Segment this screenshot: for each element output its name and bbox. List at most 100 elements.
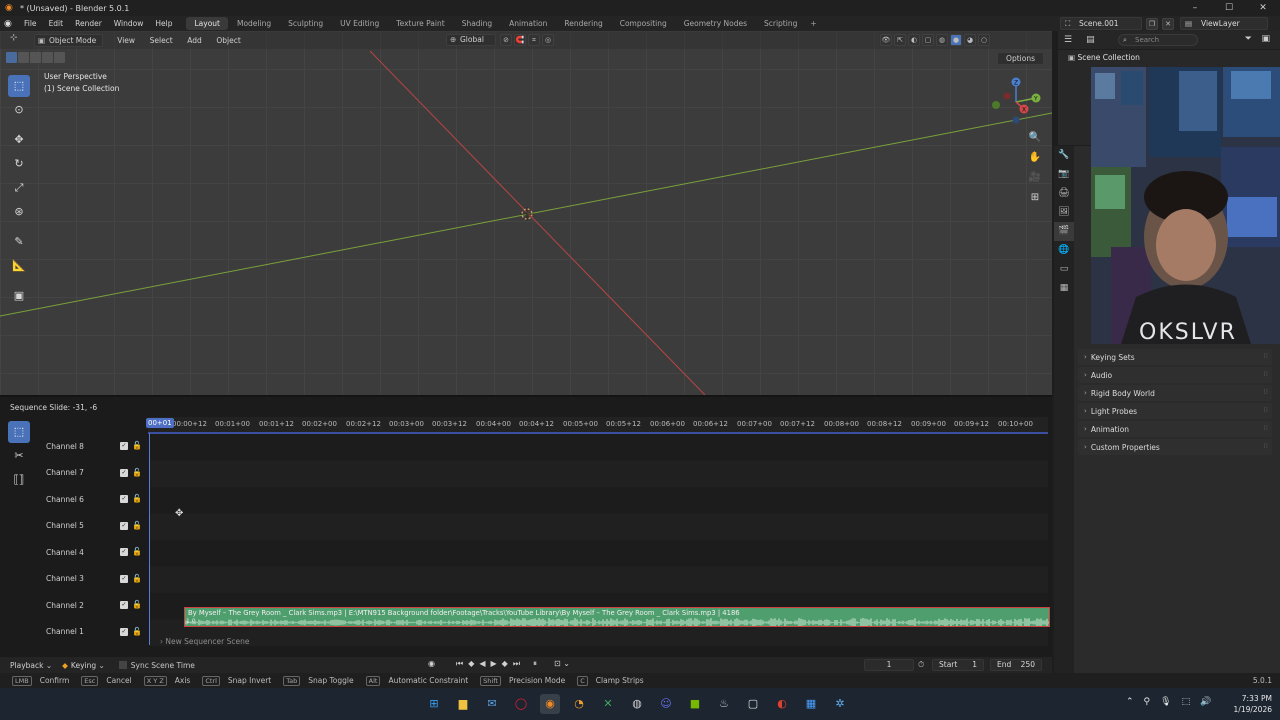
tab-modeling[interactable]: Modeling: [229, 17, 279, 30]
lock-icon[interactable]: 🔓: [132, 547, 142, 556]
blender-menu-icon[interactable]: ◉: [4, 19, 16, 29]
panel-audio[interactable]: › Audio ⁞⁞: [1078, 367, 1272, 383]
epic-games-icon[interactable]: ▢: [743, 694, 763, 714]
menu-render[interactable]: Render: [69, 16, 108, 31]
panel-light-probes[interactable]: › Light Probes ⁞⁞: [1078, 403, 1272, 419]
firefox-icon[interactable]: ◔: [569, 694, 589, 714]
end-frame-field[interactable]: End 250: [990, 659, 1042, 671]
channel-label[interactable]: Channel 2: [46, 601, 116, 610]
transform-orientation-selector[interactable]: ⊕ Global: [446, 34, 496, 46]
channel-label[interactable]: Channel 1: [46, 627, 116, 636]
playhead[interactable]: [149, 433, 150, 645]
snap-icon[interactable]: 🧲: [514, 34, 526, 46]
channel-label[interactable]: Channel 7: [46, 468, 116, 477]
sequencer-editor[interactable]: Sequence Slide: -31, -6 ⬚ ✂ ⟦⟧ 00:00+12 …: [0, 395, 1052, 657]
mute-checkbox[interactable]: ✓: [120, 495, 128, 503]
scale-tool-icon[interactable]: ⤢: [8, 177, 30, 199]
scene-selector[interactable]: ⛶ Scene.001 ❐ ✕: [1060, 17, 1174, 30]
windows-start-icon[interactable]: ⊞: [424, 694, 444, 714]
keying-menu[interactable]: ◆ Keying ⌄: [62, 661, 105, 670]
channel-label[interactable]: Channel 6: [46, 495, 116, 504]
record-icon[interactable]: ◉: [428, 659, 435, 669]
navigation-gizmo[interactable]: Z Y X: [990, 76, 1042, 128]
panel-keying-sets[interactable]: › Keying Sets ⁞⁞: [1078, 349, 1272, 365]
channel-label[interactable]: Channel 3: [46, 574, 116, 583]
menu-edit[interactable]: Edit: [43, 16, 70, 31]
menu-view[interactable]: View: [111, 36, 141, 45]
mute-checkbox[interactable]: ✓: [120, 627, 128, 636]
select-intersect-icon[interactable]: [54, 52, 65, 63]
usb-icon[interactable]: ⚲: [1144, 697, 1151, 707]
channel-label[interactable]: Channel 4: [46, 548, 116, 557]
menu-file[interactable]: File: [18, 16, 43, 31]
minimize-button[interactable]: –: [1178, 0, 1212, 16]
tab-texture-paint[interactable]: Texture Paint: [388, 17, 452, 30]
mute-checkbox[interactable]: ✓: [120, 521, 128, 530]
proportional-edit-icon[interactable]: ◎: [542, 34, 554, 46]
material-shading-icon[interactable]: ◕: [964, 34, 976, 46]
lock-icon[interactable]: 🔓: [132, 521, 142, 530]
playhead-frame-label[interactable]: 00+01: [146, 418, 174, 428]
menu-add[interactable]: Add: [181, 36, 208, 45]
file-explorer-icon[interactable]: ▆: [453, 694, 473, 714]
gizmo-toggle-icon[interactable]: ⇱: [894, 34, 906, 46]
world-tab-icon[interactable]: 🌐: [1054, 241, 1074, 260]
menu-select[interactable]: Select: [144, 36, 179, 45]
settings-app-icon[interactable]: ✲: [830, 694, 850, 714]
select-subtract-icon[interactable]: [30, 52, 41, 63]
mute-checkbox[interactable]: ✓: [120, 574, 128, 583]
close-button[interactable]: ✕: [1246, 0, 1280, 16]
mode-selector[interactable]: ▣ Object Mode: [34, 33, 104, 47]
wireframe-shading-icon[interactable]: ◍: [936, 34, 948, 46]
start-frame-field[interactable]: Start 1: [932, 659, 984, 671]
render-tab-icon[interactable]: 📷: [1054, 165, 1074, 184]
add-cube-tool-icon[interactable]: ▣: [8, 285, 30, 307]
nvidia-icon[interactable]: ■: [685, 694, 705, 714]
new-collection-icon[interactable]: ▣: [1261, 34, 1270, 44]
lock-icon[interactable]: 🔓: [132, 494, 142, 503]
move-tool-icon[interactable]: ✥: [8, 129, 30, 151]
xray-toggle-icon[interactable]: ▢: [922, 34, 934, 46]
tab-shading[interactable]: Shading: [454, 17, 500, 30]
collection-tab-icon[interactable]: ▭: [1054, 260, 1074, 279]
tab-compositing[interactable]: Compositing: [612, 17, 675, 30]
tab-sculpting[interactable]: Sculpting: [280, 17, 331, 30]
texture-tab-icon[interactable]: ▦: [1054, 279, 1074, 298]
overlay-toggle-icon[interactable]: ◐: [908, 34, 920, 46]
scene-field[interactable]: ⛶ Scene.001: [1060, 17, 1142, 30]
seq-select-tool-icon[interactable]: ⬚: [8, 421, 30, 443]
select-new-icon[interactable]: [6, 52, 17, 63]
display-mode-icon[interactable]: ▤: [1086, 35, 1095, 45]
sync-mode-icon[interactable]: ⊡ ⌄: [554, 659, 570, 669]
audio-strip[interactable]: By Myself – The Grey Room _ Clark Sims.m…: [184, 607, 1050, 627]
maximize-button[interactable]: ☐: [1212, 0, 1246, 16]
mute-checkbox[interactable]: ✓: [120, 442, 128, 450]
tab-animation[interactable]: Animation: [501, 17, 555, 30]
scene-collection-row[interactable]: ▣ Scene Collection: [1068, 53, 1140, 62]
tab-rendering[interactable]: Rendering: [556, 17, 610, 30]
lock-icon[interactable]: 🔓: [132, 600, 142, 609]
store-icon[interactable]: ▦: [801, 694, 821, 714]
delete-scene-icon[interactable]: ✕: [1162, 17, 1174, 30]
tool-tab-icon[interactable]: 🔧: [1054, 146, 1074, 165]
playback-menu[interactable]: Playback ⌄: [10, 661, 52, 670]
discord-icon[interactable]: ☺: [656, 694, 676, 714]
menu-help[interactable]: Help: [149, 16, 178, 31]
origin-icon[interactable]: ◐: [772, 694, 792, 714]
view-layer-field[interactable]: ▤ ViewLayer: [1180, 17, 1268, 30]
channel-label[interactable]: Channel 5: [46, 521, 116, 530]
new-sequencer-scene[interactable]: › New Sequencer Scene: [160, 637, 249, 646]
cursor-tool-icon[interactable]: ⊙: [8, 99, 30, 121]
channel-label[interactable]: Channel 8: [46, 442, 116, 451]
measure-tool-icon[interactable]: 📐: [8, 255, 30, 277]
network-icon[interactable]: ⬚: [1182, 697, 1191, 707]
jump-keyframe-back-icon[interactable]: ◆: [468, 659, 474, 669]
ortho-toggle-icon[interactable]: ⊞: [1026, 189, 1044, 207]
menu-window[interactable]: Window: [108, 16, 150, 31]
panel-custom-properties[interactable]: › Custom Properties ⁞⁞: [1078, 439, 1272, 455]
lock-icon[interactable]: 🔓: [132, 627, 142, 636]
github-icon[interactable]: ◍: [627, 694, 647, 714]
lock-icon[interactable]: 🔓: [132, 441, 142, 450]
time-ruler[interactable]: 00:00+12 00:01+00 00:01+12 00:02+00 00:0…: [148, 417, 1048, 433]
retime-tool-icon[interactable]: ⟦⟧: [8, 469, 30, 491]
